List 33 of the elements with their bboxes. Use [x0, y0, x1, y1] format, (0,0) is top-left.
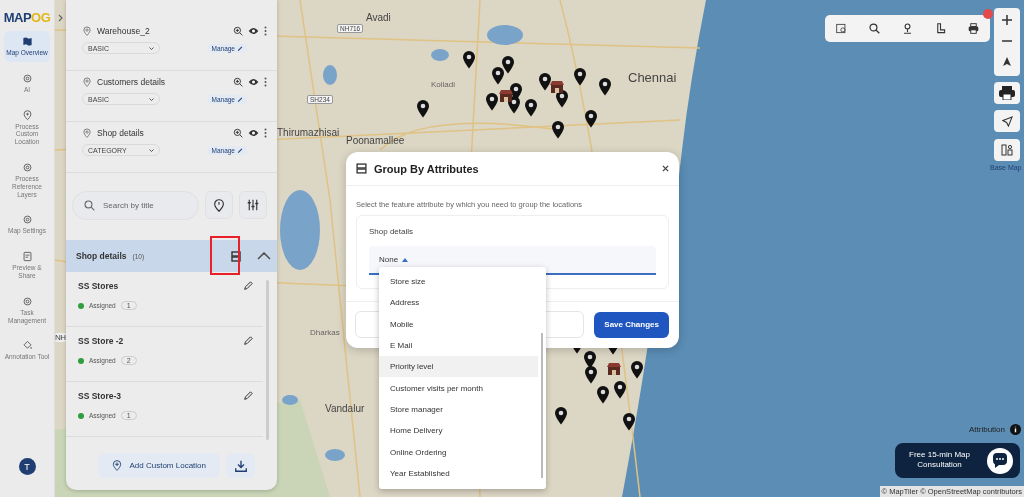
location-name[interactable]: SS Store-3 — [78, 391, 121, 401]
map-label: Thirumazhisai — [277, 127, 340, 138]
map-label: Avadi — [366, 12, 391, 23]
map-label: Kolladi — [431, 80, 455, 89]
map-label: Poonamallee — [346, 135, 405, 146]
layer-name: Warehouse_2 — [97, 26, 151, 36]
consultation-text[interactable]: Free 15-min Map Consultation — [902, 450, 977, 470]
dropdown-option[interactable]: Store manager — [379, 398, 538, 421]
map-label: NH — [55, 333, 66, 342]
location-name[interactable]: SS Stores — [78, 281, 119, 291]
dropdown-option[interactable]: Mobile — [379, 313, 538, 335]
map-label: Chennai — [628, 70, 677, 85]
layer-name: Shop details — [97, 128, 145, 138]
dropdown-option[interactable]: Customer visits per month — [379, 377, 538, 399]
layer-label: Shop details — [369, 227, 415, 236]
group-title: Shop details — [76, 251, 127, 261]
search-field[interactable]: Search by title — [72, 191, 199, 220]
layer-name: Customers details — [97, 77, 167, 87]
save-changes-button[interactable]: Save Changes — [594, 311, 669, 338]
map-label: Vandalur — [325, 403, 365, 414]
dialog-title: Group By Attributes — [374, 162, 480, 175]
dropdown-option[interactable]: Online Ordering — [379, 441, 538, 463]
dropdown-option[interactable]: Priority level — [379, 356, 538, 378]
location-name[interactable]: SS Store -2 — [78, 336, 124, 346]
user-avatar[interactable]: T — [18, 458, 36, 475]
attribution-label[interactable]: Attribution — [969, 425, 1006, 434]
logo: MAPOG — [3, 10, 51, 25]
dropdown-option[interactable]: Home Delivery — [379, 420, 538, 442]
add-custom-location-button[interactable]: Add Custom Location — [97, 453, 220, 478]
dropdown-option[interactable]: Year Established — [379, 462, 538, 484]
map-label: Dharkas — [310, 328, 340, 337]
dropdown-option[interactable]: Address — [379, 292, 538, 314]
dropdown-option[interactable]: E Mail — [379, 334, 538, 357]
